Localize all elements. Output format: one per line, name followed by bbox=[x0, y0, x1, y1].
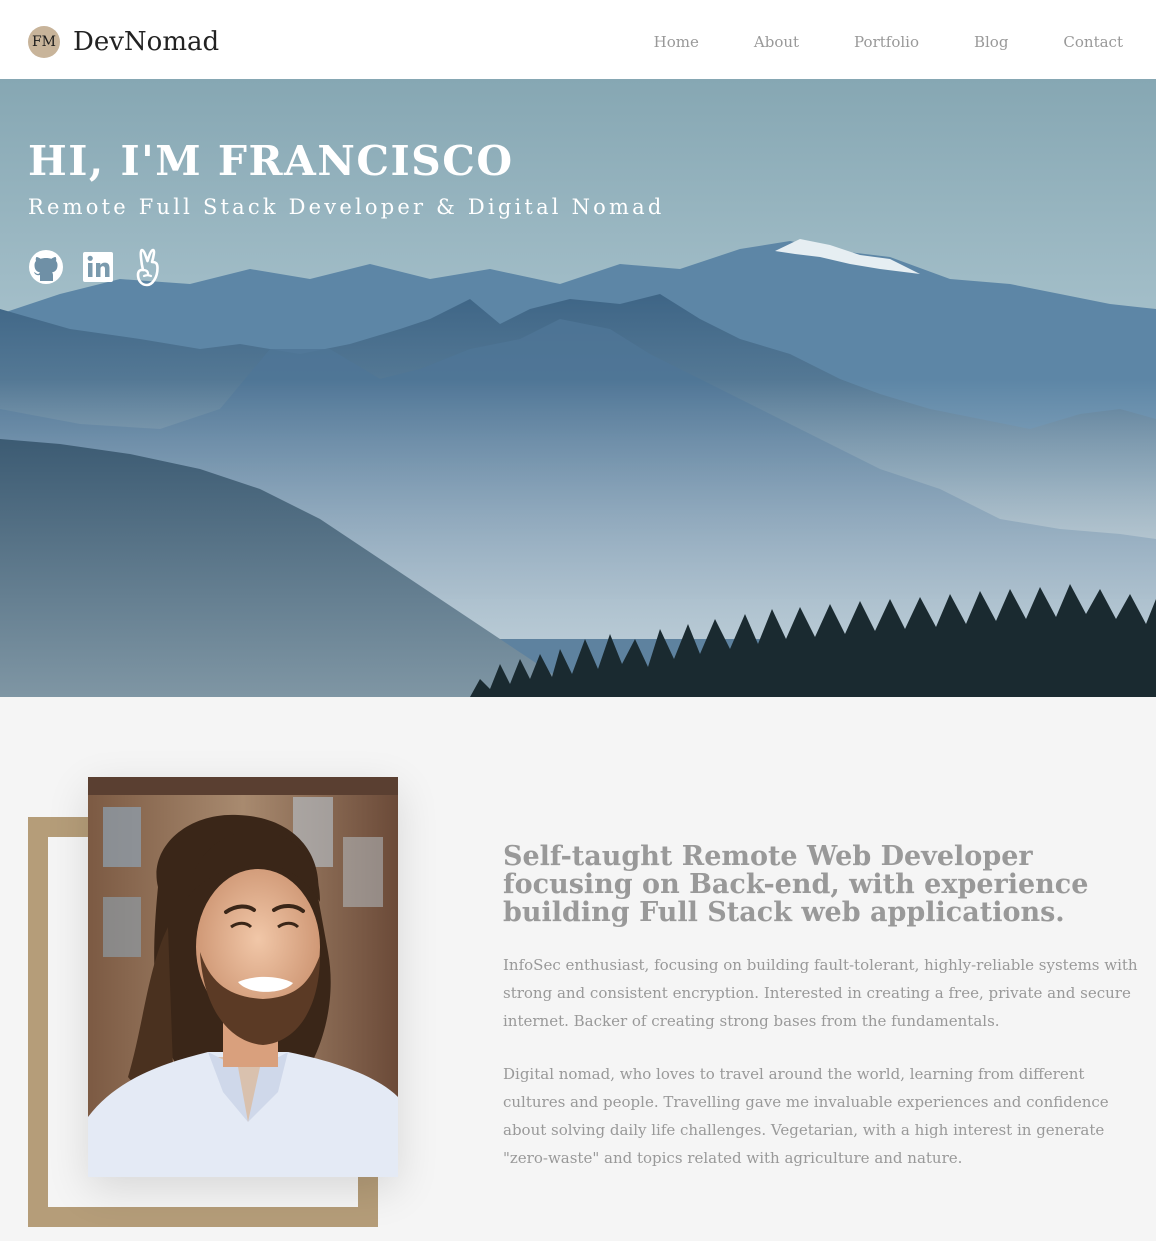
about-paragraph-infosec: InfoSec enthusiast, focusing on building… bbox=[503, 956, 1138, 1030]
site-header: FM DevNomad Home About Portfolio Blog Co… bbox=[0, 0, 1156, 79]
logo-badge: FM bbox=[28, 26, 60, 58]
hero-title: HI, I'M FRANCISCO bbox=[28, 137, 514, 185]
linkedin-icon[interactable] bbox=[80, 247, 116, 289]
hero-section: HI, I'M FRANCISCO Remote Full Stack Deve… bbox=[0, 79, 1156, 697]
hero-subtitle: Remote Full Stack Developer & Digital No… bbox=[28, 195, 665, 219]
angellist-icon[interactable] bbox=[132, 247, 168, 289]
site-logo[interactable]: FM DevNomad bbox=[28, 26, 219, 58]
nav-contact[interactable]: Contact bbox=[1063, 33, 1123, 51]
social-links bbox=[28, 247, 184, 289]
nav-portfolio[interactable]: Portfolio bbox=[854, 33, 919, 51]
about-paragraph-nomad: Digital nomad, who loves to travel aroun… bbox=[503, 1065, 1109, 1167]
about-lead-text: Self-taught Remote Web Developer focusin… bbox=[503, 841, 1089, 928]
main-nav: Home About Portfolio Blog Contact bbox=[599, 33, 1123, 51]
profile-photo bbox=[88, 777, 398, 1177]
nav-about[interactable]: About bbox=[754, 33, 799, 51]
nav-home[interactable]: Home bbox=[654, 33, 699, 51]
nav-blog[interactable]: Blog bbox=[974, 33, 1008, 51]
logo-text: DevNomad bbox=[73, 27, 220, 57]
github-icon[interactable] bbox=[28, 247, 64, 289]
